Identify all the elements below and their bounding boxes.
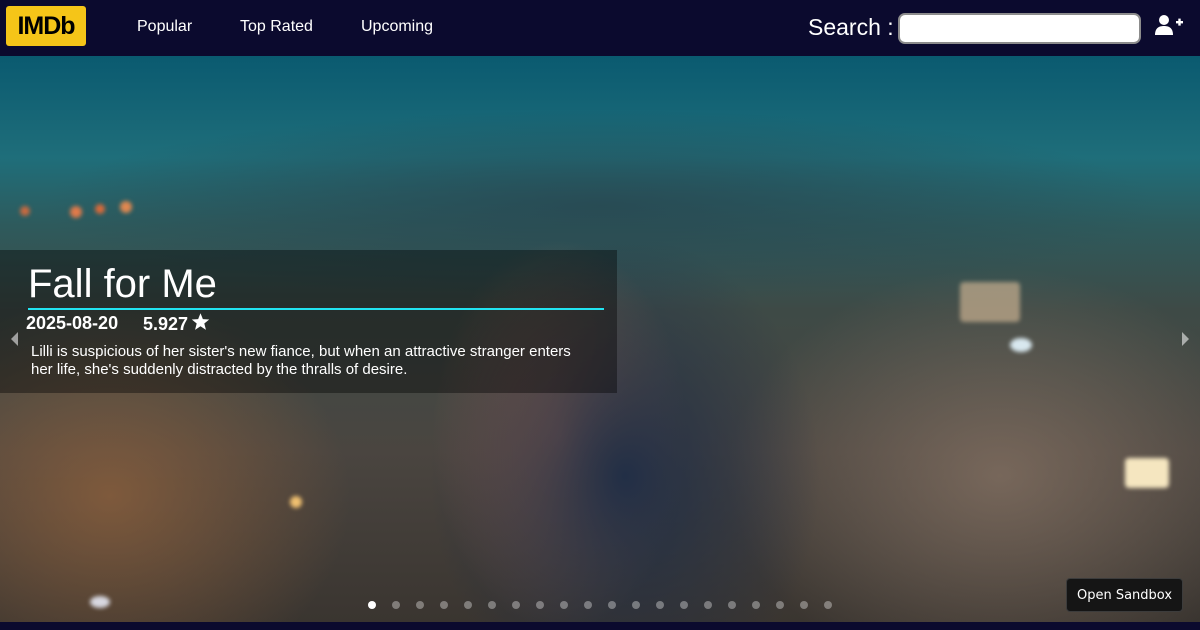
carousel-dot[interactable] [632,601,640,609]
carousel-dot[interactable] [656,601,664,609]
carousel-dot[interactable] [728,601,736,609]
carousel-dot[interactable] [752,601,760,609]
carousel-dot[interactable] [440,601,448,609]
carousel-dot[interactable] [800,601,808,609]
carousel-dot[interactable] [392,601,400,609]
release-date: 2025-08-20 [26,313,119,333]
carousel-prev-arrow-icon[interactable] [9,331,19,347]
carousel-dot[interactable] [368,601,376,609]
carousel-dot[interactable] [680,601,688,609]
star-icon [191,313,210,330]
nav-top-rated[interactable]: Top Rated [240,18,313,36]
hero-carousel[interactable]: Fall for Me 2025-08-20 5.927 Lilli is su… [0,56,1200,622]
imdb-logo[interactable]: IMDb [6,6,86,46]
search-label: Search : [808,14,894,40]
carousel-dot[interactable] [584,601,592,609]
movie-title[interactable]: Fall for Me [28,262,217,307]
carousel-indicators [368,601,832,609]
carousel-dot[interactable] [776,601,784,609]
carousel-next-arrow-icon[interactable] [1181,331,1191,347]
search-input[interactable] [898,13,1141,44]
user-plus-icon[interactable] [1155,14,1183,38]
carousel-dot[interactable] [512,601,520,609]
title-underline [28,308,604,310]
carousel-dot[interactable] [704,601,712,609]
rating-value: 5.927 [143,314,189,334]
open-sandbox-button[interactable]: Open Sandbox [1066,578,1183,612]
nav-popular[interactable]: Popular [137,18,192,36]
navbar: IMDb Popular Top Rated Upcoming Search : [0,0,1200,56]
nav-upcoming[interactable]: Upcoming [361,18,433,36]
footer-bar [0,622,1200,630]
carousel-dot[interactable] [488,601,496,609]
movie-overview: Lilli is suspicious of her sister's new … [31,343,571,378]
carousel-dot[interactable] [608,601,616,609]
carousel-dot[interactable] [464,601,472,609]
carousel-dot[interactable] [416,601,424,609]
carousel-dot[interactable] [824,601,832,609]
carousel-dot[interactable] [536,601,544,609]
carousel-dot[interactable] [560,601,568,609]
